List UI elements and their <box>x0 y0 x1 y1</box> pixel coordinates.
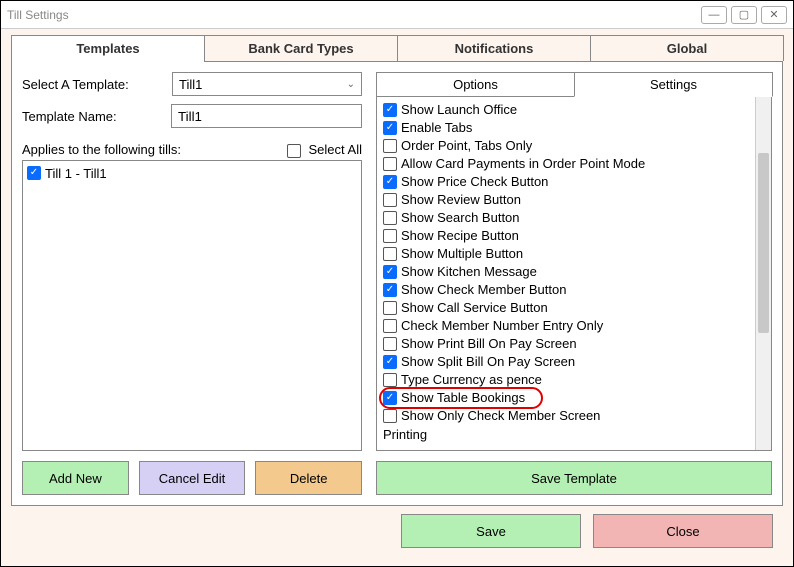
setting-label: Show Print Bill On Pay Screen <box>401 335 577 353</box>
maximize-button[interactable]: ▢ <box>731 6 757 24</box>
setting-checkbox[interactable] <box>383 157 397 171</box>
setting-label: Show Check Member Button <box>401 281 566 299</box>
main-tabs: Templates Bank Card Types Notifications … <box>11 35 783 62</box>
sub-tab-settings[interactable]: Settings <box>574 72 773 97</box>
template-name-input[interactable] <box>171 104 362 128</box>
setting-checkbox[interactable] <box>383 301 397 315</box>
footer: Save Close <box>11 506 783 558</box>
setting-checkbox[interactable] <box>383 391 397 405</box>
setting-label: Show Search Button <box>401 209 520 227</box>
setting-checkbox[interactable] <box>383 193 397 207</box>
setting-label: Show Kitchen Message <box>401 263 537 281</box>
settings-scrollbar[interactable] <box>755 97 771 450</box>
setting-label: Show Multiple Button <box>401 245 523 263</box>
tab-body: Select A Template: Till1 ⌄ Template Name… <box>11 62 783 506</box>
setting-checkbox[interactable] <box>383 409 397 423</box>
window-title: Till Settings <box>7 8 69 22</box>
delete-button[interactable]: Delete <box>255 461 362 495</box>
sub-tabs: Options Settings <box>376 72 772 97</box>
setting-label: Order Point, Tabs Only <box>401 137 532 155</box>
till-label: Till 1 - Till1 <box>45 166 107 181</box>
save-button[interactable]: Save <box>401 514 581 548</box>
close-button[interactable]: Close <box>593 514 773 548</box>
setting-item[interactable]: Show Call Service Button <box>383 299 749 317</box>
select-all-group[interactable]: Select All <box>287 142 362 158</box>
client-area: Templates Bank Card Types Notifications … <box>1 29 793 566</box>
setting-checkbox[interactable] <box>383 211 397 225</box>
setting-label: Show Review Button <box>401 191 521 209</box>
template-select-value: Till1 <box>179 77 202 92</box>
settings-list: Show Launch OfficeEnable TabsOrder Point… <box>377 97 755 450</box>
setting-label: Show Recipe Button <box>401 227 519 245</box>
settings-box: Show Launch OfficeEnable TabsOrder Point… <box>376 96 772 451</box>
setting-checkbox[interactable] <box>383 265 397 279</box>
setting-item[interactable]: Show Price Check Button <box>383 173 749 191</box>
setting-checkbox[interactable] <box>383 139 397 153</box>
setting-checkbox[interactable] <box>383 121 397 135</box>
setting-item[interactable]: Check Member Number Entry Only <box>383 317 749 335</box>
setting-item[interactable]: Show Launch Office <box>383 101 749 119</box>
sub-tab-options[interactable]: Options <box>376 72 575 97</box>
left-action-row: Add New Cancel Edit Delete <box>22 461 362 495</box>
setting-label: Enable Tabs <box>401 119 472 137</box>
applies-label: Applies to the following tills: <box>22 142 181 157</box>
setting-label: Check Member Number Entry Only <box>401 317 603 335</box>
setting-checkbox[interactable] <box>383 283 397 297</box>
setting-item[interactable]: Type Currency as pence <box>383 371 749 389</box>
setting-item[interactable]: Show Search Button <box>383 209 749 227</box>
setting-checkbox[interactable] <box>383 229 397 243</box>
template-name-label: Template Name: <box>22 109 171 124</box>
template-select[interactable]: Till1 ⌄ <box>172 72 362 96</box>
right-column: Options Settings Show Launch OfficeEnabl… <box>376 72 772 495</box>
setting-item[interactable]: Show Review Button <box>383 191 749 209</box>
setting-label: Show Launch Office <box>401 101 517 119</box>
select-all-label: Select All <box>309 142 362 157</box>
window: Till Settings — ▢ ✕ Templates Bank Card … <box>0 0 794 567</box>
chevron-down-icon: ⌄ <box>347 79 355 90</box>
setting-item[interactable]: Show Only Check Member Screen <box>383 407 749 425</box>
left-column: Select A Template: Till1 ⌄ Template Name… <box>22 72 362 495</box>
setting-checkbox[interactable] <box>383 247 397 261</box>
setting-item[interactable]: Show Kitchen Message <box>383 263 749 281</box>
setting-checkbox[interactable] <box>383 103 397 117</box>
setting-item[interactable]: Enable Tabs <box>383 119 749 137</box>
setting-checkbox[interactable] <box>383 355 397 369</box>
setting-checkbox[interactable] <box>383 319 397 333</box>
cancel-edit-button[interactable]: Cancel Edit <box>139 461 246 495</box>
tab-notifications[interactable]: Notifications <box>397 35 591 61</box>
add-new-button[interactable]: Add New <box>22 461 129 495</box>
setting-checkbox[interactable] <box>383 337 397 351</box>
setting-item[interactable]: Show Recipe Button <box>383 227 749 245</box>
setting-item[interactable]: Show Print Bill On Pay Screen <box>383 335 749 353</box>
tab-templates[interactable]: Templates <box>11 35 205 61</box>
setting-item[interactable]: Show Check Member Button <box>383 281 749 299</box>
setting-label: Show Table Bookings <box>401 389 525 407</box>
setting-checkbox[interactable] <box>383 373 397 387</box>
tab-bank-card-types[interactable]: Bank Card Types <box>204 35 398 61</box>
setting-label: Show Price Check Button <box>401 173 548 191</box>
setting-label: Show Call Service Button <box>401 299 548 317</box>
close-window-button[interactable]: ✕ <box>761 6 787 24</box>
tab-global[interactable]: Global <box>590 35 784 61</box>
setting-item[interactable]: Allow Card Payments in Order Point Mode <box>383 155 749 173</box>
select-all-checkbox[interactable] <box>287 144 301 158</box>
setting-item[interactable]: Show Multiple Button <box>383 245 749 263</box>
setting-label: Show Only Check Member Screen <box>401 407 600 425</box>
settings-scroll-thumb[interactable] <box>758 153 769 333</box>
select-template-label: Select A Template: <box>22 77 172 92</box>
setting-label: Allow Card Payments in Order Point Mode <box>401 155 645 173</box>
till-item[interactable]: Till 1 - Till1 <box>27 165 357 182</box>
setting-item[interactable]: Show Table Bookings <box>383 389 749 407</box>
setting-label: Show Split Bill On Pay Screen <box>401 353 575 371</box>
minimize-button[interactable]: — <box>701 6 727 24</box>
setting-item[interactable]: Show Split Bill On Pay Screen <box>383 353 749 371</box>
setting-checkbox[interactable] <box>383 175 397 189</box>
settings-section-label: Printing <box>383 425 749 442</box>
save-template-button[interactable]: Save Template <box>376 461 772 495</box>
setting-item[interactable]: Order Point, Tabs Only <box>383 137 749 155</box>
till-list: Till 1 - Till1 <box>22 160 362 451</box>
till-checkbox[interactable] <box>27 166 41 180</box>
titlebar: Till Settings — ▢ ✕ <box>1 1 793 29</box>
setting-label: Type Currency as pence <box>401 371 542 389</box>
